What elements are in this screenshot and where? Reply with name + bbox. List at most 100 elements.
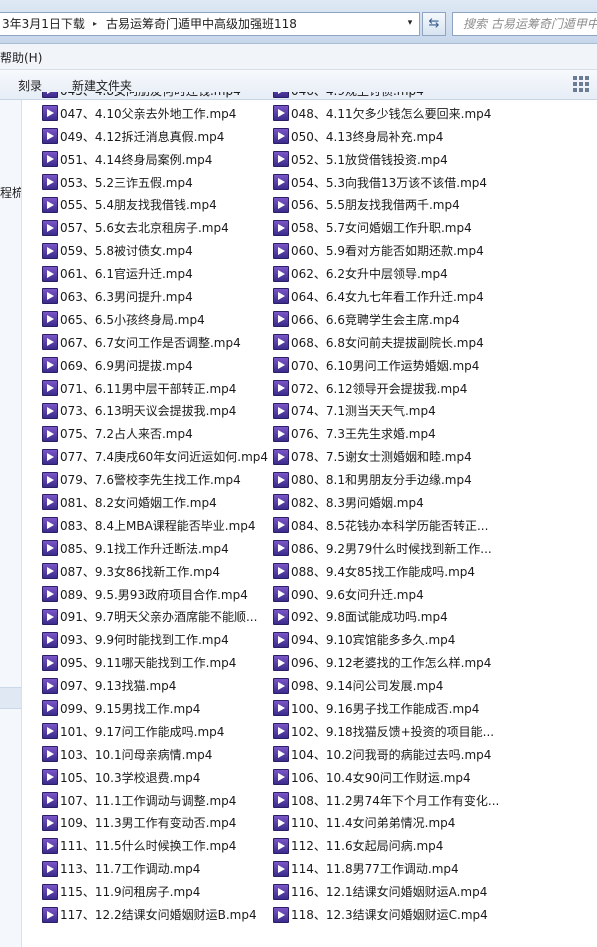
- mp4-file-icon: [273, 700, 289, 717]
- chevron-down-icon[interactable]: ▾: [400, 12, 420, 36]
- file-item[interactable]: 106、10.4女90问工作财运.mp4: [273, 766, 597, 789]
- file-name: 087、9.3女86找新工作.mp4: [60, 564, 221, 579]
- breadcrumb-separator-icon[interactable]: ▸: [88, 12, 102, 36]
- file-item[interactable]: 117、12.2结课女问婚姻财运B.mp4: [42, 903, 268, 926]
- file-item[interactable]: 092、9.8面试能成功吗.mp4: [273, 605, 597, 628]
- file-item[interactable]: 089、9.5.男93政府项目合作.mp4: [42, 583, 268, 606]
- file-item[interactable]: 058、5.7女问婚姻工作升职.mp4: [273, 216, 597, 239]
- file-item[interactable]: 052、5.1放贷借钱投资.mp4: [273, 148, 597, 171]
- file-item[interactable]: 114、11.8男77工作调动.mp4: [273, 857, 597, 880]
- file-item[interactable]: 057、5.6女去北京租房子.mp4: [42, 216, 268, 239]
- file-item[interactable]: 071、6.11男中层干部转正.mp4: [42, 377, 268, 400]
- file-item[interactable]: 051、4.14终身局案例.mp4: [42, 148, 268, 171]
- file-item[interactable]: 104、10.2问我哥的病能过去吗.mp4: [273, 743, 597, 766]
- file-item[interactable]: 061、6.1官运升迁.mp4: [42, 262, 268, 285]
- file-row: 103、10.1问母亲病情.mp4 104、10.2问我哥的病能过去吗.mp4: [38, 743, 597, 766]
- file-item[interactable]: 084、8.5花钱办本科学历能否转正...: [273, 514, 597, 537]
- file-item[interactable]: 083、8.4上MBA课程能否毕业.mp4: [42, 514, 268, 537]
- search-input[interactable]: 搜索 古易运筹奇门遁甲中: [452, 12, 597, 36]
- file-item[interactable]: 088、9.4女85找工作能成吗.mp4: [273, 560, 597, 583]
- file-item[interactable]: 077、7.4庚戌60年女问近运如何.mp4: [42, 445, 268, 468]
- file-item[interactable]: 108、11.2男74年下个月工作有变化...: [273, 789, 597, 812]
- mp4-file-icon: [273, 654, 289, 671]
- file-item[interactable]: 069、6.9男问提拔.mp4: [42, 354, 268, 377]
- file-item[interactable]: 096、9.12老婆找的工作怎么样.mp4: [273, 651, 597, 674]
- file-item[interactable]: 066、6.6竞聘学生会主席.mp4: [273, 308, 597, 331]
- file-item[interactable]: 072、6.12领导开会提拔我.mp4: [273, 377, 597, 400]
- file-item[interactable]: 045、4.8女问朋友何时还钱.mp4: [42, 92, 268, 102]
- file-item[interactable]: 081、8.2女问婚姻工作.mp4: [42, 491, 268, 514]
- file-item[interactable]: 065、6.5小孩终身局.mp4: [42, 308, 268, 331]
- file-item[interactable]: 080、8.1和男朋友分手边缘.mp4: [273, 468, 597, 491]
- file-name: 115、11.9问租房子.mp4: [60, 885, 201, 900]
- file-item[interactable]: 103、10.1问母亲病情.mp4: [42, 743, 268, 766]
- file-item[interactable]: 097、9.13找猫.mp4: [42, 674, 268, 697]
- file-item[interactable]: 118、12.3结课女问婚姻财运C.mp4: [273, 903, 597, 926]
- file-item[interactable]: 064、6.4女九七年看工作升迁.mp4: [273, 285, 597, 308]
- file-item[interactable]: 067、6.7女问工作是否调整.mp4: [42, 331, 268, 354]
- file-item[interactable]: 078、7.5谢女士测婚姻和睦.mp4: [273, 445, 597, 468]
- file-item[interactable]: 105、10.3学校退费.mp4: [42, 766, 268, 789]
- mp4-file-icon: [42, 174, 58, 190]
- file-item[interactable]: 109、11.3男工作有变动否.mp4: [42, 812, 268, 835]
- file-item[interactable]: 075、7.2占人来否.mp4: [42, 422, 268, 445]
- file-item[interactable]: 076、7.3王先生求婚.mp4: [273, 422, 597, 445]
- file-item[interactable]: 082、8.3男问婚姻.mp4: [273, 491, 597, 514]
- file-item[interactable]: 062、6.2女升中层领导.mp4: [273, 262, 597, 285]
- file-item[interactable]: 079、7.6警校李先生找工作.mp4: [42, 468, 268, 491]
- file-item[interactable]: 054、5.3向我借13万该不该借.mp4: [273, 171, 597, 194]
- breadcrumb-parent[interactable]: 3年3月1日下载: [0, 12, 88, 36]
- menu-help[interactable]: 帮助(H): [0, 49, 42, 66]
- file-item[interactable]: 046、4.9规卫讨债.mp4: [273, 92, 597, 102]
- file-name: 056、5.5朋友找我借两千.mp4: [291, 198, 460, 213]
- file-name: 077、7.4庚戌60年女问近运如何.mp4: [60, 450, 268, 465]
- file-item[interactable]: 110、11.4女问弟弟情况.mp4: [273, 812, 597, 835]
- file-item[interactable]: 074、7.1测当天天气.mp4: [273, 399, 597, 422]
- file-item[interactable]: 107、11.1工作调动与调整.mp4: [42, 789, 268, 812]
- file-item[interactable]: 090、9.6女问升迁.mp4: [273, 583, 597, 606]
- file-item[interactable]: 073、6.13明天议会提拔我.mp4: [42, 399, 268, 422]
- mp4-file-icon: [42, 448, 58, 465]
- file-item[interactable]: 101、9.17问工作能成吗.mp4: [42, 720, 268, 743]
- mp4-file-icon: [273, 219, 289, 236]
- file-item[interactable]: 113、11.7工作调动.mp4: [42, 857, 268, 880]
- file-item[interactable]: 047、4.10父亲去外地工作.mp4: [42, 102, 268, 125]
- file-name: 065、6.5小孩终身局.mp4: [60, 312, 205, 327]
- file-item[interactable]: 055、5.4朋友找我借钱.mp4: [42, 193, 268, 216]
- file-row: 081、8.2女问婚姻工作.mp4 082、8.3男问婚姻.mp4: [38, 491, 597, 514]
- file-item[interactable]: 112、11.6女起局问病.mp4: [273, 834, 597, 857]
- file-item[interactable]: 116、12.1结课女问婚姻财运A.mp4: [273, 880, 597, 903]
- file-item[interactable]: 063、6.3男问提升.mp4: [42, 285, 268, 308]
- file-name: 112、11.6女起局问病.mp4: [291, 839, 444, 854]
- file-item[interactable]: 087、9.3女86找新工作.mp4: [42, 560, 268, 583]
- file-item[interactable]: 099、9.15男找工作.mp4: [42, 697, 268, 720]
- file-name: 089、9.5.男93政府项目合作.mp4: [60, 587, 248, 602]
- file-item[interactable]: 086、9.2男79什么时候找到新工作...: [273, 537, 597, 560]
- file-item[interactable]: 049、4.12拆迁消息真假.mp4: [42, 125, 268, 148]
- breadcrumb-current[interactable]: 古易运筹奇门遁甲中高级加强班118: [102, 12, 420, 36]
- file-item[interactable]: 068、6.8女问前夫提拔副院长.mp4: [273, 331, 597, 354]
- file-item[interactable]: 100、9.16男子找工作能成否.mp4: [273, 697, 597, 720]
- file-item[interactable]: 115、11.9问租房子.mp4: [42, 880, 268, 903]
- file-item[interactable]: 094、9.10宾馆能多多久.mp4: [273, 628, 597, 651]
- file-item[interactable]: 048、4.11欠多少钱怎么要回来.mp4: [273, 102, 597, 125]
- file-item[interactable]: 050、4.13终身局补充.mp4: [273, 125, 597, 148]
- refresh-icon[interactable]: ⇆: [422, 12, 446, 36]
- file-item[interactable]: 060、5.9看对方能否如期还款.mp4: [273, 239, 597, 262]
- file-item[interactable]: 095、9.11哪天能找到工作.mp4: [42, 651, 268, 674]
- file-item[interactable]: 053、5.2三诈五假.mp4: [42, 171, 268, 194]
- file-item[interactable]: 102、9.18找猫反馈+投资的项目能...: [273, 720, 597, 743]
- file-item[interactable]: 059、5.8被讨债女.mp4: [42, 239, 268, 262]
- file-item[interactable]: 056、5.5朋友找我借两千.mp4: [273, 193, 597, 216]
- file-item[interactable]: 111、11.5什么时候换工作.mp4: [42, 834, 268, 857]
- file-item[interactable]: 085、9.1找工作升迁断法.mp4: [42, 537, 268, 560]
- file-name: 104、10.2问我哥的病能过去吗.mp4: [291, 747, 492, 762]
- file-item[interactable]: 093、9.9何时能找到工作.mp4: [42, 628, 268, 651]
- nav-selected-row[interactable]: [0, 687, 21, 709]
- nav-item-partial[interactable]: 程梳: [0, 184, 21, 201]
- view-grid-icon[interactable]: [573, 76, 589, 92]
- file-item[interactable]: 091、9.7明天父亲办酒席能不能顺...: [42, 605, 268, 628]
- file-name: 045、4.8女问朋友何时还钱.mp4: [60, 92, 241, 99]
- file-item[interactable]: 098、9.14问公司发展.mp4: [273, 674, 597, 697]
- file-item[interactable]: 070、6.10男问工作运势婚姻.mp4: [273, 354, 597, 377]
